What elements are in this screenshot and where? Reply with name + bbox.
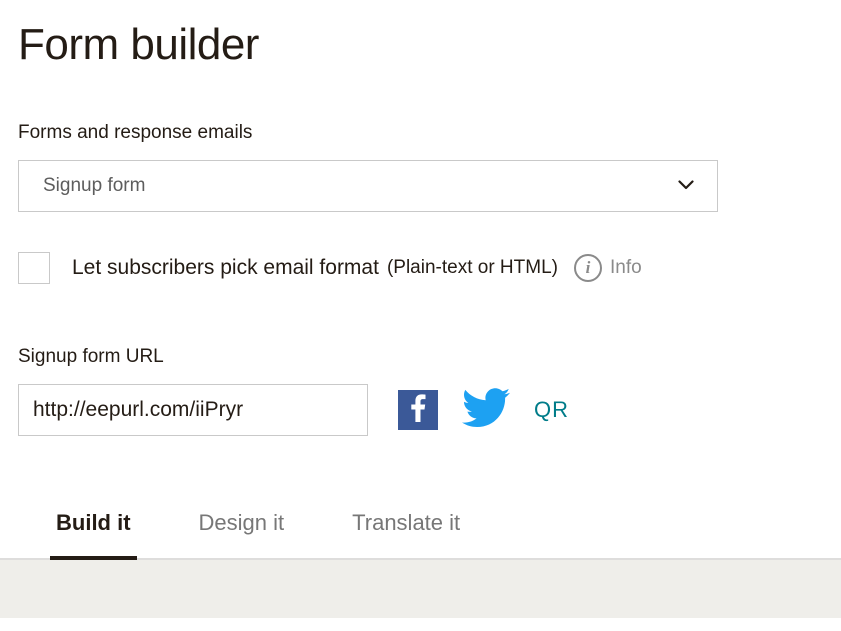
info-link[interactable]: i Info (574, 254, 642, 282)
email-format-label-note: (Plain-text or HTML) (387, 257, 558, 279)
page-title: Form builder (18, 20, 823, 70)
facebook-icon (410, 394, 426, 427)
signup-url-input[interactable] (18, 384, 368, 436)
facebook-share-button[interactable] (398, 390, 438, 430)
twitter-icon (462, 388, 510, 433)
url-section-label: Signup form URL (18, 346, 823, 368)
tab-design[interactable]: Design it (193, 496, 291, 558)
qr-link[interactable]: QR (534, 397, 569, 423)
email-format-label-main: Let subscribers pick email format (72, 256, 379, 280)
info-text: Info (610, 257, 642, 279)
twitter-share-button[interactable] (462, 390, 510, 430)
form-type-selected-value: Signup form (43, 175, 145, 197)
email-format-label: Let subscribers pick email format (Plain… (72, 254, 642, 282)
tab-build[interactable]: Build it (50, 496, 137, 560)
form-canvas-area (0, 558, 841, 618)
form-type-select[interactable]: Signup form (18, 160, 718, 212)
email-format-checkbox[interactable] (18, 252, 50, 284)
tab-translate[interactable]: Translate it (346, 496, 466, 558)
info-icon: i (574, 254, 602, 282)
forms-section-label: Forms and response emails (18, 122, 823, 144)
editor-tabs: Build it Design it Translate it (18, 496, 823, 558)
